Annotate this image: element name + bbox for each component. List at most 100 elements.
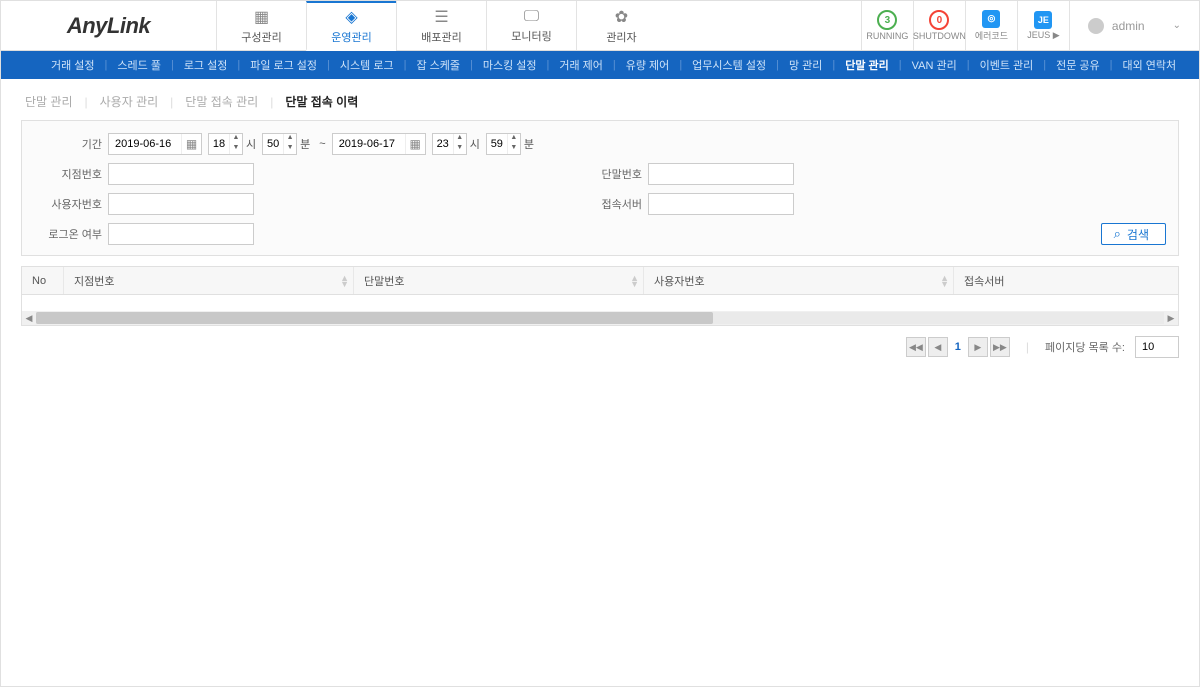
pager-current[interactable]: 1 — [950, 341, 966, 353]
horizontal-scrollbar[interactable]: ◀ ▶ — [22, 311, 1178, 325]
errorcode-icon: ◎ — [982, 10, 1000, 28]
col-user-no[interactable]: 사용자번호▲▼ — [644, 267, 954, 294]
col-label: No — [32, 275, 46, 287]
scroll-track[interactable] — [36, 312, 1164, 324]
spinner-up-icon[interactable]: ▲ — [230, 134, 242, 144]
server-input[interactable] — [648, 193, 794, 215]
col-server[interactable]: 접속서버 — [954, 267, 1178, 294]
spinner-down-icon[interactable]: ▼ — [284, 144, 296, 154]
subnav-item[interactable]: 파일 로그 설정 — [240, 57, 327, 73]
page-tab[interactable]: 단말 관리 — [21, 93, 77, 110]
subnav-item[interactable]: 유량 제어 — [616, 57, 680, 73]
subnav: 거래 설정| 스레드 풀| 로그 설정| 파일 로그 설정| 시스템 로그| 잡… — [1, 51, 1199, 79]
logon-input[interactable] — [108, 223, 254, 245]
search-panel: 기간 ▦ ▲▼ 시 ▲▼ 분 ~ ▦ ▲ — [21, 120, 1179, 256]
subnav-item[interactable]: 전문 공유 — [1046, 57, 1110, 73]
from-date-wrap: ▦ — [108, 133, 202, 155]
label-period: 기간 — [42, 136, 102, 152]
label-logon: 로그온 여부 — [42, 226, 102, 242]
subnav-item[interactable]: 거래 설정 — [41, 57, 105, 73]
page-tab-active[interactable]: 단말 접속 이력 — [281, 93, 362, 110]
to-hour-input[interactable] — [433, 138, 453, 150]
search-button[interactable]: ⌕ 검색 — [1101, 223, 1166, 245]
calendar-icon[interactable]: ▦ — [181, 134, 201, 154]
spinner-up-icon[interactable]: ▲ — [284, 134, 296, 144]
col-branch-no[interactable]: 지점번호▲▼ — [64, 267, 354, 294]
pager-first-button[interactable]: ◀◀ — [906, 337, 926, 357]
user-no-input[interactable] — [108, 193, 254, 215]
from-date-input[interactable] — [109, 138, 181, 150]
per-page-input[interactable] — [1135, 336, 1179, 358]
subnav-item[interactable]: 시스템 로그 — [330, 57, 404, 73]
avatar-icon — [1088, 18, 1104, 34]
scroll-right-icon[interactable]: ▶ — [1164, 311, 1178, 325]
jeus-icon: JE — [1034, 11, 1052, 29]
subnav-item[interactable]: 마스킹 설정 — [473, 57, 547, 73]
subnav-item[interactable]: 잡 스케줄 — [406, 57, 470, 73]
chevron-down-icon: ⌄ — [1173, 20, 1181, 31]
col-label: 접속서버 — [964, 273, 1004, 289]
scroll-thumb[interactable] — [36, 312, 713, 324]
label-terminal-no: 단말번호 — [582, 166, 642, 182]
status-errorcode[interactable]: ◎ 에러코드 — [965, 1, 1017, 50]
to-date-wrap: ▦ — [332, 133, 426, 155]
to-hour-spinner: ▲▼ — [432, 133, 467, 155]
subnav-item-active[interactable]: 단말 관리 — [835, 57, 899, 73]
page-tab-sep: | — [85, 95, 88, 109]
sort-icon: ▲▼ — [630, 275, 639, 287]
results-grid: No 지점번호▲▼ 단말번호 ▲▼ 사용자번호▲▼ 접속서버 ◀ ▶ — [21, 266, 1179, 326]
subnav-item[interactable]: 이벤트 관리 — [970, 57, 1044, 73]
col-no[interactable]: No — [22, 267, 64, 294]
subnav-item[interactable]: 대외 연락처 — [1113, 57, 1187, 73]
user-menu[interactable]: admin ⌄ — [1069, 1, 1199, 50]
status-running[interactable]: 3 RUNNING — [861, 1, 913, 50]
from-min-input[interactable] — [263, 138, 283, 150]
status-jeus[interactable]: JE JEUS ▶ — [1017, 1, 1069, 50]
page-tab[interactable]: 단말 접속 관리 — [181, 93, 262, 110]
subnav-item[interactable]: 업무시스템 설정 — [682, 57, 776, 73]
col-label: 지점번호 — [74, 273, 114, 289]
spinner-down-icon[interactable]: ▼ — [454, 144, 466, 154]
label-hour: 시 — [470, 136, 480, 152]
calendar-icon[interactable]: ▦ — [405, 134, 425, 154]
from-hour-input[interactable] — [209, 138, 229, 150]
tab-config[interactable]: ▦ 구성관리 — [216, 1, 306, 50]
tab-deploy[interactable]: ☰ 배포관리 — [396, 1, 486, 50]
scroll-left-icon[interactable]: ◀ — [22, 311, 36, 325]
from-min-spinner: ▲▼ — [262, 133, 297, 155]
status-label: JEUS ▶ — [1027, 30, 1059, 41]
subnav-item[interactable]: 스레드 풀 — [107, 57, 171, 73]
subnav-item[interactable]: 로그 설정 — [174, 57, 238, 73]
terminal-no-input[interactable] — [648, 163, 794, 185]
pager-next-button[interactable]: ▶ — [968, 337, 988, 357]
spinner-down-icon[interactable]: ▼ — [230, 144, 242, 154]
spinner-down-icon[interactable]: ▼ — [508, 144, 520, 154]
page-tab[interactable]: 사용자 관리 — [96, 93, 163, 110]
col-label: 단말번호 — [364, 273, 404, 289]
status-label: 에러코드 — [975, 29, 1008, 42]
subnav-item[interactable]: 망 관리 — [779, 57, 832, 73]
subnav-item[interactable]: 거래 제어 — [549, 57, 613, 73]
to-date-input[interactable] — [333, 138, 405, 150]
status-shutdown[interactable]: 0 SHUTDOWN — [913, 1, 965, 50]
pager: ◀◀ ◀ 1 ▶ ▶▶ — [906, 337, 1010, 357]
branch-no-input[interactable] — [108, 163, 254, 185]
pager-row: ◀◀ ◀ 1 ▶ ▶▶ | 페이지당 목록 수: — [1, 326, 1199, 368]
col-terminal-no[interactable]: 단말번호 ▲▼ — [354, 267, 644, 294]
spinner-up-icon[interactable]: ▲ — [454, 134, 466, 144]
spinner-up-icon[interactable]: ▲ — [508, 134, 520, 144]
label-min: 분 — [300, 136, 310, 152]
subnav-item[interactable]: VAN 관리 — [902, 57, 967, 73]
grid-icon: ▦ — [254, 7, 269, 27]
tab-label: 관리자 — [606, 29, 636, 45]
tab-operations[interactable]: ◈ 운영관리 — [306, 1, 396, 51]
grid-body — [22, 295, 1178, 311]
pager-last-button[interactable]: ▶▶ — [990, 337, 1010, 357]
per-page-label: 페이지당 목록 수: — [1045, 339, 1125, 355]
pager-prev-button[interactable]: ◀ — [928, 337, 948, 357]
status-label: RUNNING — [866, 31, 908, 41]
tab-admin[interactable]: ✿ 관리자 — [576, 1, 666, 50]
tab-label: 모니터링 — [511, 28, 551, 44]
tab-monitoring[interactable]: 🖵 모니터링 — [486, 1, 576, 50]
to-min-input[interactable] — [487, 138, 507, 150]
